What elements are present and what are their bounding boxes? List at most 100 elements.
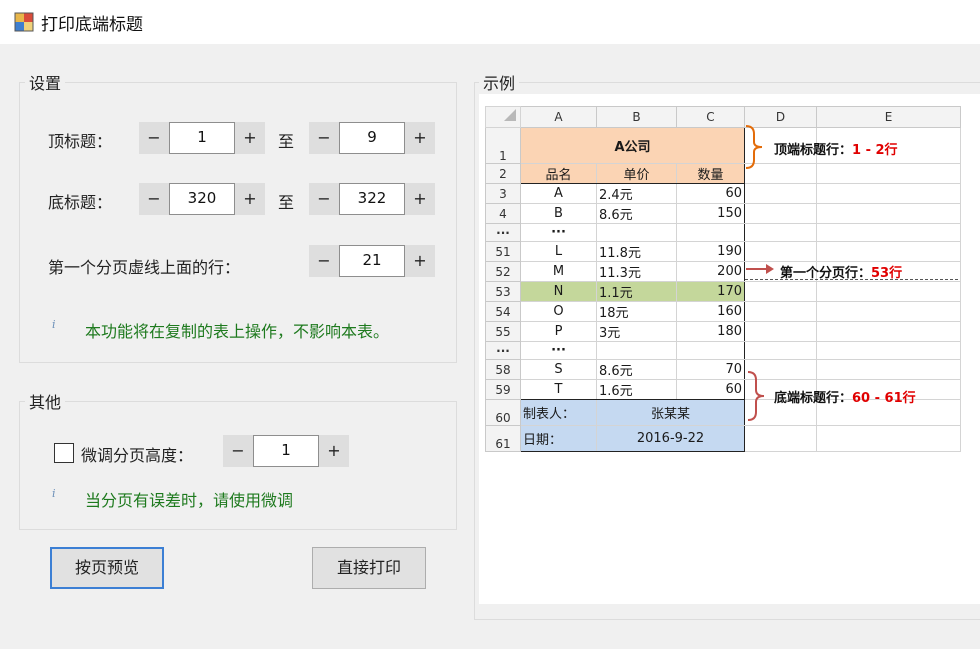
cell: 3元 [596, 321, 677, 342]
top-from-plus-button[interactable]: + [235, 122, 265, 154]
cell: P [520, 321, 597, 342]
fine-tune-minus-button[interactable]: − [223, 435, 253, 467]
table-row: 55 P 3元 180 [485, 321, 961, 342]
cell [596, 223, 677, 242]
cell: O [520, 301, 597, 322]
footer-label: 制表人： [520, 399, 597, 426]
cell: 150 [676, 203, 745, 224]
row-header: 3 [485, 183, 521, 204]
cell: N [520, 281, 597, 302]
column-header: B [596, 106, 677, 128]
cell: 200 [676, 261, 745, 282]
top-annotation-value: 1 - 2行 [852, 143, 898, 158]
first-break-plus-button[interactable]: + [405, 245, 435, 277]
bottom-to-label: 至 [278, 193, 295, 212]
bottom-annotation: 底端标题行：60 - 61行 [774, 387, 916, 406]
row-header: 2 [485, 163, 521, 184]
bottom-brace-icon [747, 371, 765, 421]
info-icon: i [52, 318, 56, 331]
row-header: 51 [485, 241, 521, 262]
table-row: ··· ··· [485, 223, 961, 242]
row-header: 54 [485, 301, 521, 322]
example-legend: 示例 [479, 70, 520, 94]
cell: 180 [676, 321, 745, 342]
top-to-minus-button[interactable]: − [309, 122, 339, 154]
fine-tune-input[interactable]: 1 [253, 435, 319, 467]
other-legend: 其他 [25, 389, 66, 413]
fine-tune-plus-button[interactable]: + [319, 435, 349, 467]
header-cell: 单价 [596, 163, 677, 184]
settings-legend: 设置 [25, 70, 66, 94]
first-break-label: 第一个分页虚线上面的行： [48, 258, 241, 277]
cell: 8.6元 [596, 359, 677, 380]
cell: L [520, 241, 597, 262]
cell [596, 341, 677, 360]
cell: A [520, 183, 597, 204]
top-to-plus-button[interactable]: + [405, 122, 435, 154]
table-row: ··· ··· [485, 341, 961, 360]
cell: 60 [676, 183, 745, 204]
bottom-to-plus-button[interactable]: + [405, 183, 435, 215]
cell: 11.3元 [596, 261, 677, 282]
bottom-annotation-value: 60 - 61行 [852, 391, 916, 406]
top-annotation: 顶端标题行：1 - 2行 [774, 139, 898, 158]
table-row: 4 B 8.6元 150 [485, 203, 961, 224]
cell: 60 [676, 379, 745, 400]
bottom-to-input[interactable]: 322 [339, 183, 405, 215]
first-break-minus-button[interactable]: − [309, 245, 339, 277]
settings-note: 本功能将在复制的表上操作，不影响本表。 [85, 322, 390, 341]
title-bar: 打印底端标题 [0, 0, 980, 44]
first-break-input[interactable]: 21 [339, 245, 405, 277]
cell: B [520, 203, 597, 224]
row-header: 1 [485, 127, 521, 164]
bottom-from-plus-button[interactable]: + [235, 183, 265, 215]
top-from-minus-button[interactable]: − [139, 122, 169, 154]
cell: 170 [676, 281, 745, 302]
print-button[interactable]: 直接打印 [312, 547, 426, 589]
cell: 11.8元 [596, 241, 677, 262]
sheet-corner [485, 106, 521, 128]
top-title-label: 顶标题： [48, 132, 113, 151]
table-row-break: 53 N 1.1元 170 [485, 281, 961, 302]
top-to-label: 至 [278, 132, 295, 151]
page-break-line [745, 279, 958, 280]
cell: 1.6元 [596, 379, 677, 400]
row-header: 61 [485, 425, 521, 452]
top-to-input[interactable]: 9 [339, 122, 405, 154]
cell [676, 341, 745, 360]
column-header: E [816, 106, 961, 128]
table-row: 51 L 11.8元 190 [485, 241, 961, 262]
header-cell: 数量 [676, 163, 745, 184]
table-row: 58 S 8.6元 70 [485, 359, 961, 380]
column-header: A [520, 106, 597, 128]
bottom-from-input[interactable]: 320 [169, 183, 235, 215]
footer-row: 61 日期： 2016-9-22 [485, 425, 961, 452]
top-brace-icon [745, 125, 763, 169]
cell: 18元 [596, 301, 677, 322]
row-header: 52 [485, 261, 521, 282]
cell: ··· [520, 223, 597, 242]
other-note: 当分页有误差时，请使用微调 [85, 491, 294, 510]
preview-button[interactable]: 按页预览 [50, 547, 164, 589]
bottom-to-minus-button[interactable]: − [309, 183, 339, 215]
cell: T [520, 379, 597, 400]
footer-value: 2016-9-22 [596, 425, 745, 452]
cell: 190 [676, 241, 745, 262]
row-header: 53 [485, 281, 521, 302]
fine-tune-checkbox[interactable] [54, 443, 74, 463]
top-from-input[interactable]: 1 [169, 122, 235, 154]
app-icon [14, 12, 34, 32]
cell: 1.1元 [596, 281, 677, 302]
bottom-title-label: 底标题： [48, 193, 113, 212]
info-icon: i [52, 487, 56, 500]
arrow-right-icon [746, 264, 774, 274]
row-header: 60 [485, 399, 521, 426]
row-header: 4 [485, 203, 521, 224]
cell: M [520, 261, 597, 282]
bottom-from-minus-button[interactable]: − [139, 183, 169, 215]
cell: ··· [520, 341, 597, 360]
company-title: A公司 [520, 127, 745, 164]
cell: 2.4元 [596, 183, 677, 204]
window-title: 打印底端标题 [41, 15, 143, 35]
footer-label: 日期： [520, 425, 597, 452]
